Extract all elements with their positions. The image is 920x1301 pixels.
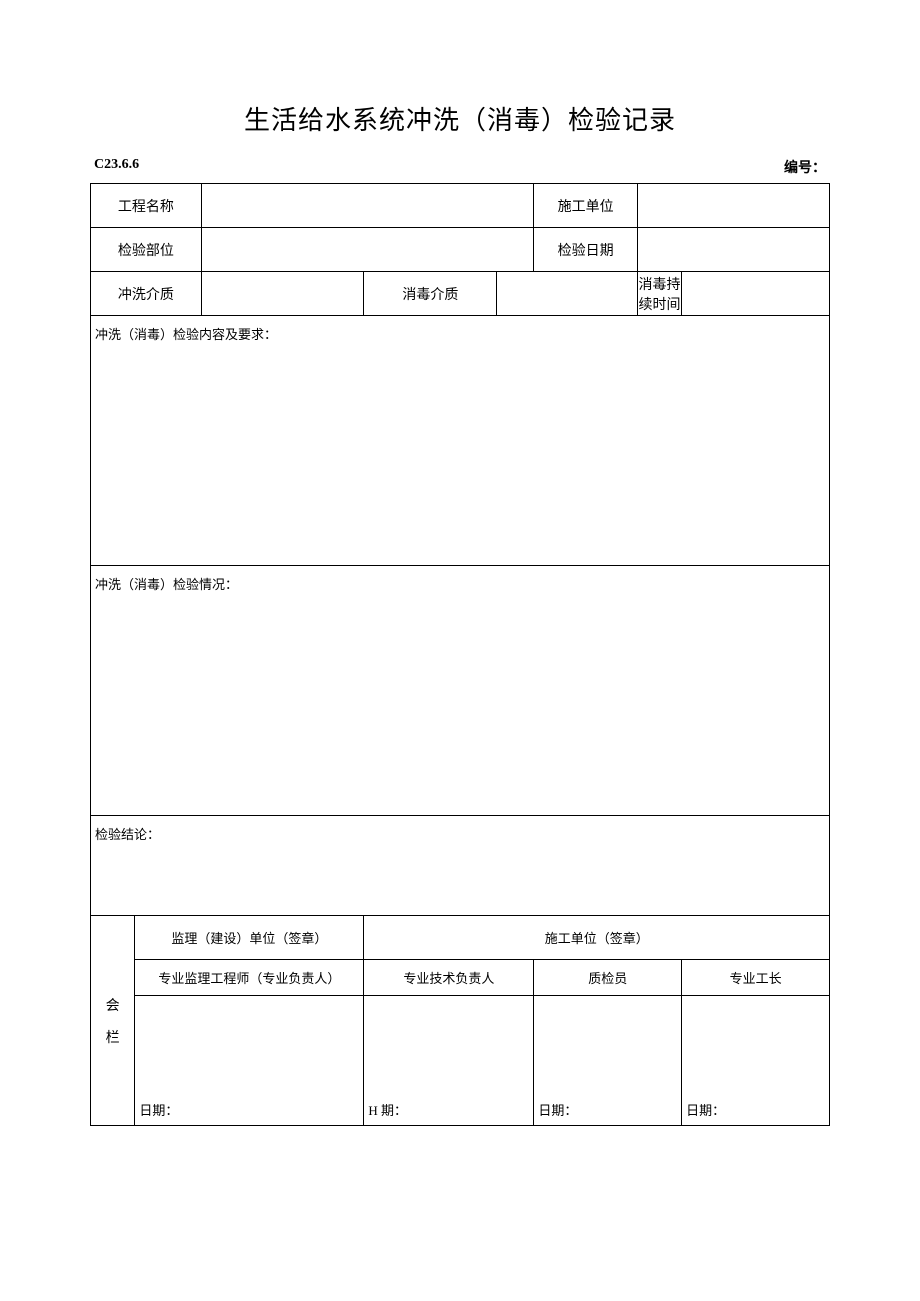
section-situation[interactable]: 冲洗（消毒）检验情况： [91,566,830,816]
value-part[interactable] [201,228,534,272]
value-flush-medium[interactable] [201,272,364,316]
role-foreman: 专业工长 [682,960,830,996]
page-title: 生活给水系统冲洗（消毒）检验记录 [90,100,830,137]
label-contractor: 施工单位 [534,184,637,228]
label-disinfect-medium: 消毒介质 [364,272,497,316]
form-number-label: 编号： [784,161,826,176]
section-content-req[interactable]: 冲洗（消毒）检验内容及要求： [91,316,830,566]
role-qc: 质检员 [534,960,682,996]
supervision-header: 监理（建设）单位（签章） [135,916,364,960]
row-project: 工程名称 施工单位 [91,184,830,228]
side-char-2: 栏 [91,1027,134,1047]
row-signoff-header: 会 栏 监理（建设）单位（签章） 施工单位（签章） [91,916,830,960]
row-section-conclusion: 检验结论： [91,816,830,916]
row-medium: 冲洗介质 消毒介质 消毒持续时间 [91,272,830,316]
header-row: C23.6.6 编号： [90,157,830,177]
date-cell-1[interactable]: 日期： [135,996,364,1126]
value-project-name[interactable] [201,184,534,228]
value-disinfect-medium[interactable] [497,272,637,316]
label-part: 检验部位 [91,228,202,272]
role-supervisor: 专业监理工程师（专业负责人） [135,960,364,996]
signoff-side-label: 会 栏 [91,916,135,1126]
value-date[interactable] [637,228,829,272]
section-conclusion[interactable]: 检验结论： [91,816,830,916]
form-number: 编号： [784,157,826,177]
row-signoff-dates: 日期： H 期： 日期： 日期： [91,996,830,1126]
row-section-situation: 冲洗（消毒）检验情况： [91,566,830,816]
date-cell-3[interactable]: 日期： [534,996,682,1126]
form-table: 工程名称 施工单位 检验部位 检验日期 冲洗介质 消毒介质 消毒持续时间 冲洗（… [90,183,830,1126]
role-tech-lead: 专业技术负责人 [364,960,534,996]
label-flush-medium: 冲洗介质 [91,272,202,316]
value-duration[interactable] [682,272,830,316]
date-cell-2[interactable]: H 期： [364,996,534,1126]
label-date: 检验日期 [534,228,637,272]
form-code: C23.6.6 [94,157,139,177]
label-project-name: 工程名称 [91,184,202,228]
date-cell-4[interactable]: 日期： [682,996,830,1126]
row-section-content-req: 冲洗（消毒）检验内容及要求： [91,316,830,566]
row-signoff-roles: 专业监理工程师（专业负责人） 专业技术负责人 质检员 专业工长 [91,960,830,996]
label-duration: 消毒持续时间 [637,272,681,316]
contractor-header: 施工单位（签章） [364,916,830,960]
value-contractor[interactable] [637,184,829,228]
row-inspection: 检验部位 检验日期 [91,228,830,272]
side-char-1: 会 [91,995,134,1015]
